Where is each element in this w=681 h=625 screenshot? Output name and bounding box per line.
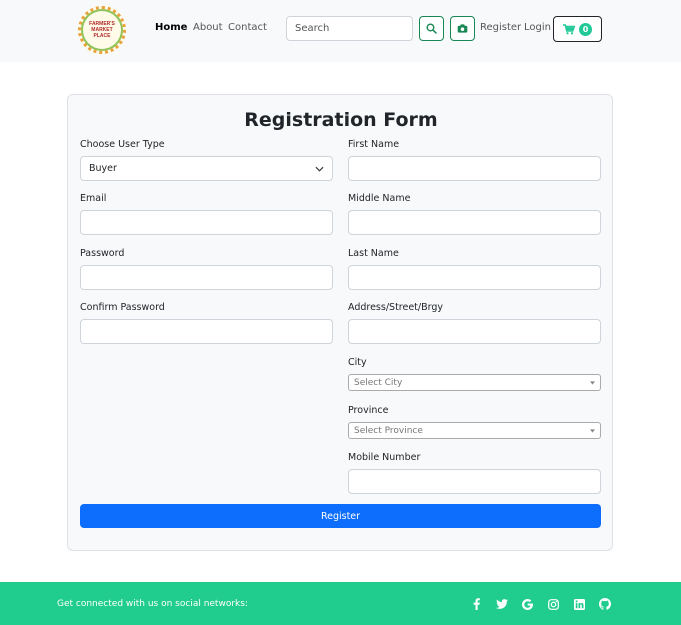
google-icon[interactable] <box>519 596 535 612</box>
password-field[interactable] <box>80 265 333 290</box>
mobile-label: Mobile Number <box>348 452 421 463</box>
form-title: Registration Form <box>244 109 438 131</box>
cart-button[interactable]: 0 <box>553 16 602 42</box>
city-label: City <box>348 357 367 368</box>
navbar: FARMER'S MARKET PLACE Home About Contact… <box>0 0 681 62</box>
last-name-field[interactable] <box>348 265 601 290</box>
city-placeholder: Select City <box>354 377 403 388</box>
footer: Get connected with us on social networks… <box>0 582 681 625</box>
mobile-field[interactable] <box>348 469 601 494</box>
login-link[interactable]: Login <box>524 22 551 33</box>
facebook-icon[interactable] <box>468 596 484 612</box>
camera-button[interactable] <box>450 16 475 41</box>
search-icon <box>426 23 437 34</box>
chevron-down-icon <box>315 166 324 172</box>
search-button[interactable] <box>419 16 444 41</box>
cart-count-badge: 0 <box>579 22 592 36</box>
footer-social-text: Get connected with us on social networks… <box>57 599 248 609</box>
province-placeholder: Select Province <box>354 425 423 436</box>
middle-name-label: Middle Name <box>348 193 411 204</box>
province-label: Province <box>348 405 389 416</box>
github-icon[interactable] <box>597 596 613 612</box>
province-select[interactable]: Select Province <box>348 422 601 439</box>
brand-logo[interactable]: FARMER'S MARKET PLACE <box>78 6 126 54</box>
last-name-label: Last Name <box>348 248 399 259</box>
address-label: Address/Street/Brgy <box>348 302 444 313</box>
first-name-field[interactable] <box>348 156 601 181</box>
register-button[interactable]: Register <box>80 504 601 528</box>
registration-card: Registration Form Choose User Type Buyer… <box>67 94 613 551</box>
middle-name-field[interactable] <box>348 210 601 235</box>
first-name-label: First Name <box>348 139 400 150</box>
caret-down-icon <box>590 428 595 433</box>
confirm-password-field[interactable] <box>80 319 333 344</box>
user-type-select[interactable]: Buyer <box>80 156 333 181</box>
caret-down-icon <box>590 380 595 385</box>
search-input[interactable] <box>286 16 413 41</box>
city-select[interactable]: Select City <box>348 374 601 391</box>
email-field[interactable] <box>80 210 333 235</box>
linkedin-icon[interactable] <box>571 596 587 612</box>
user-type-label: Choose User Type <box>80 139 165 150</box>
email-label: Email <box>80 193 107 204</box>
twitter-icon[interactable] <box>494 596 510 612</box>
address-field[interactable] <box>348 319 601 344</box>
confirm-password-label: Confirm Password <box>80 302 165 313</box>
nav-link-about[interactable]: About <box>193 22 223 33</box>
user-type-value: Buyer <box>89 163 117 174</box>
cart-icon <box>563 23 575 34</box>
password-label: Password <box>80 248 125 259</box>
logo-text: FARMER'S MARKET PLACE <box>89 21 115 39</box>
nav-link-home[interactable]: Home <box>155 22 187 33</box>
instagram-icon[interactable] <box>545 596 561 612</box>
nav-link-contact[interactable]: Contact <box>228 22 267 33</box>
camera-icon <box>457 24 468 33</box>
register-link[interactable]: Register <box>480 22 521 33</box>
